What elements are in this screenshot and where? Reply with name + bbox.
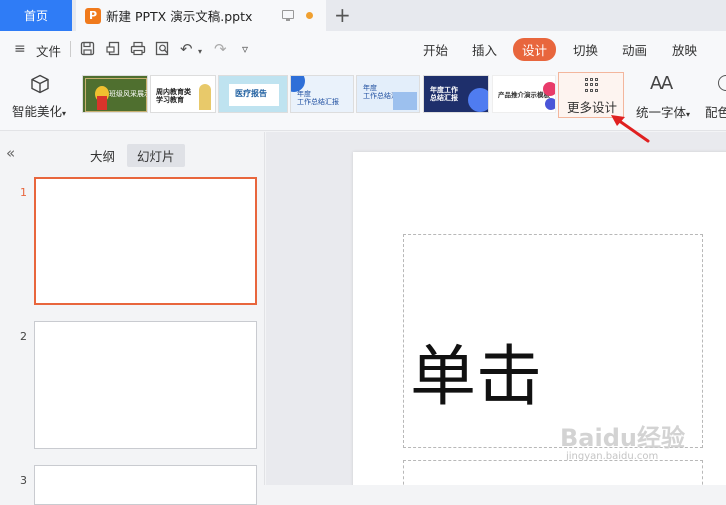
design-template-thumb[interactable]: 年度 工作总结汇报 [290, 75, 354, 113]
subtitle-placeholder[interactable] [403, 460, 703, 485]
watermark-url: jingyan.baidu.com [566, 451, 659, 462]
template-title-text: 医疗报告 [235, 89, 267, 98]
undo-dropdown-icon[interactable]: ▾ [198, 44, 202, 60]
new-tab-plus-icon[interactable]: + [334, 4, 351, 26]
more-commands-icon[interactable]: ▿ [242, 41, 248, 57]
divider [70, 41, 71, 57]
unify-font-icon[interactable]: AA [650, 73, 673, 94]
tab-transition[interactable]: 切换 [573, 40, 598, 59]
undo-icon[interactable]: ↶ [180, 41, 193, 57]
document-title: 新建 PPTX 演示文稿.pptx [106, 9, 253, 24]
unsaved-indicator-dot [306, 12, 313, 19]
design-template-thumb[interactable]: 年度工作 总结汇报 [423, 75, 489, 113]
slide-number: 1 [20, 186, 27, 199]
template-title-text: 产品推介演示模板 [498, 91, 550, 99]
template-title-text: 年度工作 总结汇报 [430, 86, 458, 102]
print-preview-icon[interactable] [155, 41, 170, 56]
tab-home[interactable]: 开始 [423, 40, 448, 59]
slides-panel: « 大纲 幻灯片 1 2 3 [0, 132, 265, 505]
color-scheme-button[interactable]: 配色 [705, 102, 726, 121]
design-template-thumb[interactable]: 周内教育类 学习教育 [150, 75, 216, 113]
file-menu[interactable]: 文件 [36, 41, 61, 60]
redo-icon[interactable]: ↷ [214, 41, 227, 57]
tab-slideshow[interactable]: 放映 [672, 40, 697, 59]
export-pdf-icon[interactable] [106, 41, 121, 56]
slide-number: 2 [20, 330, 27, 343]
watermark-logo: Baidu经验 [560, 424, 685, 452]
monitor-icon[interactable] [282, 10, 294, 21]
design-template-thumb[interactable]: 班级风采展示会 [82, 75, 148, 113]
slide-thumbnail[interactable] [34, 321, 257, 449]
hamburger-menu-icon[interactable]: ≡ [14, 41, 26, 57]
tab-outline[interactable]: 大纲 [90, 146, 115, 165]
presentation-file-icon: P [85, 7, 101, 24]
collapse-panel-icon[interactable]: « [6, 144, 15, 162]
slide-number: 3 [20, 474, 27, 487]
smart-beautify-button[interactable]: 智能美化▾ [12, 101, 66, 120]
tab-design[interactable]: 设计 [513, 38, 557, 61]
save-icon[interactable] [80, 41, 95, 56]
grid-icon [585, 78, 599, 92]
menu-bar: ≡ 文件 ↶ ▾ ↷ ▿ 开始 插入 设计 切换 动画 放映 [0, 31, 726, 67]
title-placeholder-text: 单击 [410, 338, 542, 415]
title-bar: 首页 P 新建 PPTX 演示文稿.pptx + [0, 0, 726, 31]
annotation-arrow-icon [611, 115, 650, 143]
document-tab[interactable]: P 新建 PPTX 演示文稿.pptx [76, 0, 326, 31]
smart-beautify-icon[interactable] [30, 74, 50, 94]
design-template-thumb[interactable]: 产品推介演示模板 [492, 75, 556, 113]
tab-insert[interactable]: 插入 [472, 40, 497, 59]
home-tab[interactable]: 首页 [0, 0, 72, 31]
design-template-thumb[interactable]: 年度 工作总结汇报 [356, 75, 420, 113]
slide-thumbnail[interactable] [34, 465, 257, 505]
template-title-text: 班级风采展示会 [109, 90, 147, 98]
tab-slides[interactable]: 幻灯片 [127, 144, 185, 167]
color-scheme-icon[interactable] [718, 75, 726, 91]
tab-animation[interactable]: 动画 [622, 40, 647, 59]
template-title-text: 周内教育类 学习教育 [156, 88, 191, 104]
slide-thumbnail-selected[interactable] [34, 177, 257, 305]
print-icon[interactable] [130, 41, 146, 56]
design-template-thumb[interactable]: 医疗报告 [218, 75, 288, 113]
template-title-text: 年度 工作总结汇报 [297, 90, 339, 106]
